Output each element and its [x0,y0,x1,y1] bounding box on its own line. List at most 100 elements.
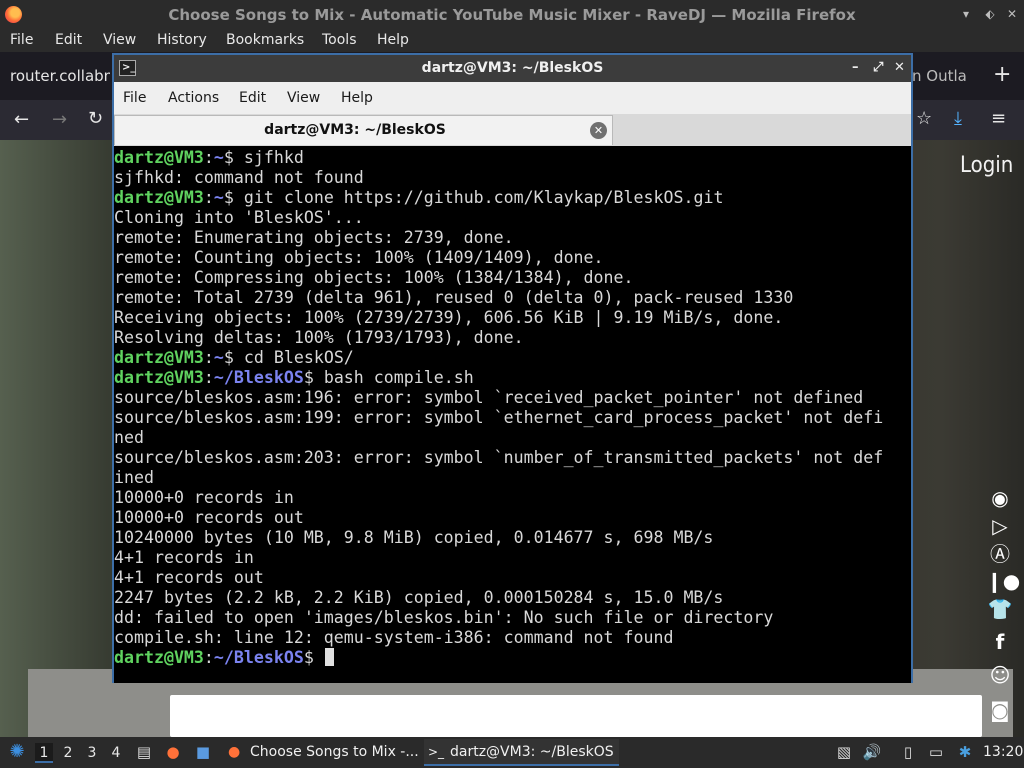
firefox-window-title: Choose Songs to Mix - Automatic YouTube … [168,6,856,24]
prompt-command: $ sjfhkd [223,148,304,167]
terminal-tabbar: dartz@VM3: ~/BleskOS ✕ [114,114,911,146]
close-icon[interactable]: ✕ [894,60,905,75]
prompt-command: $ cd BleskOS/ [223,348,354,367]
forward-icon[interactable]: → [52,109,67,130]
terminal-output-line: compile.sh: line 12: qemu-system-i386: c… [114,628,674,647]
terminal-output-line: source/bleskos.asm:196: error: symbol `r… [114,388,864,407]
volume-icon[interactable]: 🔊 [862,742,882,762]
workspace-2[interactable]: 2 [59,743,77,763]
start-menu-icon[interactable]: ✺ [7,742,27,762]
prompt-path: ~/BleskOS [213,648,304,667]
menu-help[interactable]: Help [377,32,409,48]
back-icon[interactable]: ← [14,109,29,130]
terminal-icon: >_ [428,745,445,759]
discord-icon[interactable]: ◙ [986,697,1014,723]
terminal-output-line: source/bleskos.asm:203: error: symbol `n… [114,448,884,467]
menu-bookmarks[interactable]: Bookmarks [226,32,304,48]
terminal-output-line: 4+1 records out [114,568,264,587]
prompt-user: dartz@VM3 [114,368,204,387]
prompt-path: ~/BleskOS [213,368,304,387]
terminal-output-line: 10000+0 records in [114,488,294,507]
terminal-prompt-line: dartz@VM3:~/BleskOS$ [114,648,911,668]
terminal-output-line: remote: Total 2739 (delta 961), reused 0… [114,288,794,307]
prompt-separator: : [203,348,214,367]
menu-file[interactable]: File [123,90,146,106]
task-terminal[interactable]: >_ dartz@VM3: ~/BleskOS [424,739,619,766]
terminal-prompt-line: dartz@VM3:~/BleskOS$ bash compile.sh [114,368,911,388]
menu-help[interactable]: Help [341,90,373,106]
facebook-icon[interactable]: f [986,629,1014,655]
patreon-icon[interactable]: ❙● [986,568,1020,594]
maximize-icon[interactable]: ⬖ [983,7,997,21]
desktop: Choose Songs to Mix - Automatic YouTube … [0,0,1024,768]
terminal-output-line: source/bleskos.asm:199: error: symbol `e… [114,408,884,427]
file-manager-icon[interactable]: ▤ [134,742,154,762]
task-firefox-label: Choose Songs to Mix -... [250,744,419,760]
terminal-window: >_ dartz@VM3: ~/BleskOS – ⤢ ✕ File Actio… [112,53,913,683]
menu-actions[interactable]: Actions [168,90,219,106]
maximize-icon[interactable]: ⤢ [873,60,883,75]
reddit-icon[interactable]: ☺ [986,662,1014,688]
terminal-output-line: dd: failed to open 'images/bleskos.bin':… [114,608,774,627]
menu-edit[interactable]: Edit [55,32,82,48]
firefox-launcher-icon[interactable]: ● [163,742,183,762]
terminal-output-line: 10000+0 records out [114,508,304,527]
terminal-cursor [324,648,334,666]
terminal-tab[interactable]: dartz@VM3: ~/BleskOS ✕ [114,115,613,145]
minimize-icon[interactable]: ▾ [959,7,973,21]
bluetooth-icon[interactable]: ✱ [955,742,975,762]
login-link[interactable]: Login [960,153,1013,178]
workspace-4[interactable]: 4 [107,743,125,763]
play-store-icon[interactable]: ▷ [986,513,1014,539]
menu-history[interactable]: History [157,32,207,48]
clipboard-icon[interactable]: ▯ [898,742,918,762]
prompt-user: dartz@VM3 [114,348,204,367]
close-tab-icon[interactable]: ✕ [590,122,607,139]
terminal-output-line: Cloning into 'BleskOS'... [114,208,364,227]
screenshot-icon[interactable]: ▧ [834,742,854,762]
terminal-tab-label: dartz@VM3: ~/BleskOS [264,122,446,138]
firefox-menubar: File Edit View History Bookmarks Tools H… [0,30,1024,52]
terminal-output-line: ned [114,428,144,447]
menu-hamburger-icon[interactable]: ≡ [991,108,1006,129]
terminal-menubar: File Actions Edit View Help [114,82,911,114]
workspace-1[interactable]: 1 [35,743,53,763]
terminal-output-line: Receiving objects: 100% (2739/2739), 606… [114,308,784,327]
clock: 13:20 [983,744,1024,760]
prompt-separator: : [203,188,214,207]
terminal-output-line: remote: Counting objects: 100% (1409/140… [114,248,604,267]
terminal-output-line: 10240000 bytes (10 MB, 9.8 MiB) copied, … [114,528,714,547]
terminal-output-line: sjfhkd: command not found [114,168,364,187]
rave-icon[interactable]: ◉ [986,485,1014,511]
terminal-output-line: Resolving deltas: 100% (1793/1793), done… [114,328,524,347]
menu-tools[interactable]: Tools [322,32,357,48]
tab-router[interactable]: router.collabne [10,67,110,85]
prompt-command: $ git clone https://github.com/Klaykap/B… [223,188,724,207]
terminal-output-line: ined [114,468,154,487]
tab-outlook[interactable]: n Outla [912,67,967,85]
bookmark-star-icon[interactable]: ☆ [916,108,932,129]
close-icon[interactable]: ✕ [1005,7,1019,21]
reload-icon[interactable]: ↻ [88,108,103,129]
minimize-icon[interactable]: – [852,60,859,75]
prompt-separator: : [203,368,214,387]
download-icon[interactable]: ⤓ [954,108,962,129]
menu-edit[interactable]: Edit [239,90,266,106]
workspace-3[interactable]: 3 [83,743,101,763]
menu-view[interactable]: View [287,90,320,106]
app-store-icon[interactable]: Ⓐ [986,541,1014,567]
new-tab-icon[interactable]: + [993,62,1011,87]
task-firefox[interactable]: ● Choose Songs to Mix -... [224,739,420,766]
terminal-title: dartz@VM3: ~/BleskOS [421,60,604,76]
terminal-prompt-line: dartz@VM3:~$ cd BleskOS/ [114,348,911,368]
terminal-prompt-line: dartz@VM3:~$ git clone https://github.co… [114,188,911,208]
desktop-icon[interactable]: ■ [193,742,213,762]
tshirt-icon[interactable]: 👕 [986,596,1014,622]
menu-view[interactable]: View [103,32,136,48]
terminal-prompt-line: dartz@VM3:~$ sjfhkd [114,148,911,168]
terminal-output-line: remote: Enumerating objects: 2739, done. [114,228,514,247]
network-icon[interactable]: ▭ [926,742,946,762]
prompt-separator: : [203,648,214,667]
terminal-output[interactable]: dartz@VM3:~$ sjfhkd sjfhkd: command not f… [114,148,911,683]
menu-file[interactable]: File [10,32,33,48]
